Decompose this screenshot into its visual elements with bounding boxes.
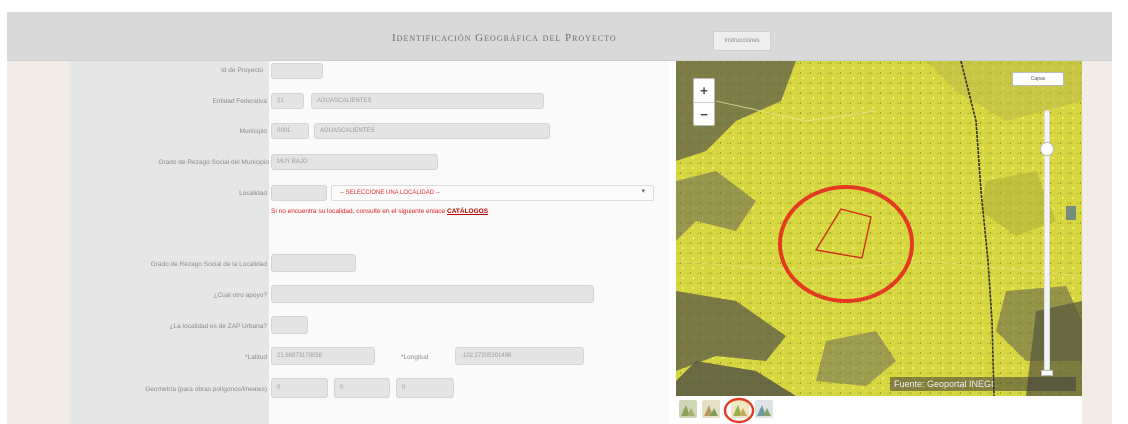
zoom-in-button[interactable]: + bbox=[694, 79, 714, 103]
entidad-clave-field[interactable]: 21 bbox=[271, 93, 304, 109]
page-header: Identificación Geográfica del Proyecto I… bbox=[7, 12, 1112, 61]
map-source-caption: Fuente: Geoportal INEGI bbox=[890, 377, 1076, 391]
zoom-out-button[interactable]: − bbox=[694, 103, 714, 126]
label-column bbox=[69, 61, 269, 424]
layers-button[interactable]: Capas bbox=[1012, 72, 1064, 86]
id-proyecto-label: Id de Proyecto bbox=[221, 67, 263, 74]
chevron-down-icon: ▾ bbox=[641, 188, 645, 195]
municipio-clave-field[interactable]: 0001 bbox=[271, 123, 309, 139]
longitud-field[interactable]: -102.27205301486 bbox=[455, 347, 584, 365]
latitud-field[interactable]: 21.86873178058 bbox=[271, 347, 375, 365]
entidad-label: Entidad Federativa bbox=[212, 98, 267, 105]
localidad-warning: Si no encuentra su localidad, consulte e… bbox=[271, 208, 488, 215]
otro-apoyo-label: ¿Cuál otro apoyo? bbox=[213, 292, 267, 299]
municipio-nombre-field[interactable]: AGUASCALIENTES bbox=[314, 123, 550, 139]
localidad-select[interactable]: -- SELECCIONE UNA LOCALIDAD -- ▾ bbox=[331, 185, 654, 201]
grado-localidad-field[interactable] bbox=[271, 254, 356, 272]
municipio-label: Municipio bbox=[239, 128, 267, 135]
catalogos-link[interactable]: CATÁLOGOS bbox=[447, 208, 488, 215]
streets-icon[interactable] bbox=[755, 400, 773, 418]
localidad-clave-field[interactable] bbox=[271, 185, 327, 201]
zap-field[interactable] bbox=[271, 316, 308, 334]
localidad-selected-value: -- SELECCIONE UNA LOCALIDAD -- bbox=[340, 190, 440, 196]
project-geographic-id-page: Identificación Geográfica del Proyecto I… bbox=[0, 0, 1128, 424]
geometria-label: Geometría (para obras polígonos/lineales… bbox=[145, 386, 267, 393]
map-imagery bbox=[676, 61, 1082, 396]
localidad-label: Localidad bbox=[239, 190, 267, 197]
geometria-field-3[interactable]: 0 bbox=[396, 378, 454, 398]
page-title: Identificación Geográfica del Proyecto bbox=[392, 32, 617, 44]
form-area bbox=[269, 61, 669, 424]
geometria-field-2[interactable]: 0 bbox=[334, 378, 390, 398]
satellite-icon[interactable] bbox=[679, 400, 697, 418]
hybrid-icon[interactable] bbox=[702, 400, 720, 418]
otro-apoyo-field[interactable] bbox=[271, 285, 594, 303]
selected-basemap-highlight bbox=[723, 397, 755, 424]
instructions-button[interactable]: Instrucciones bbox=[713, 31, 771, 51]
right-margin bbox=[1082, 61, 1112, 424]
grado-municipio-label: Grado de Rezago Social del Municipio bbox=[158, 159, 269, 166]
grado-municipio-field[interactable]: MUY BAJO bbox=[271, 154, 438, 170]
longitud-label: *Longitud bbox=[401, 354, 429, 361]
zoom-control: + − bbox=[693, 78, 715, 126]
latitud-label: *Latitud bbox=[244, 354, 267, 361]
warning-text: Si no encuentra su localidad, consulte e… bbox=[271, 208, 446, 215]
opacity-slider-handle[interactable] bbox=[1040, 142, 1054, 156]
entidad-nombre-field[interactable]: AGUASCALIENTES bbox=[311, 93, 544, 109]
left-margin bbox=[7, 61, 69, 424]
opacity-slider-cap bbox=[1041, 370, 1053, 376]
id-proyecto-field[interactable] bbox=[271, 63, 323, 79]
satellite-map[interactable] bbox=[676, 61, 1082, 396]
grado-localidad-label: Grado de Rezago Social de la Localidad bbox=[150, 261, 267, 268]
zap-label: ¿La localidad es de ZAP Urbana? bbox=[169, 323, 267, 330]
geometria-field-1[interactable]: 0 bbox=[271, 378, 328, 398]
